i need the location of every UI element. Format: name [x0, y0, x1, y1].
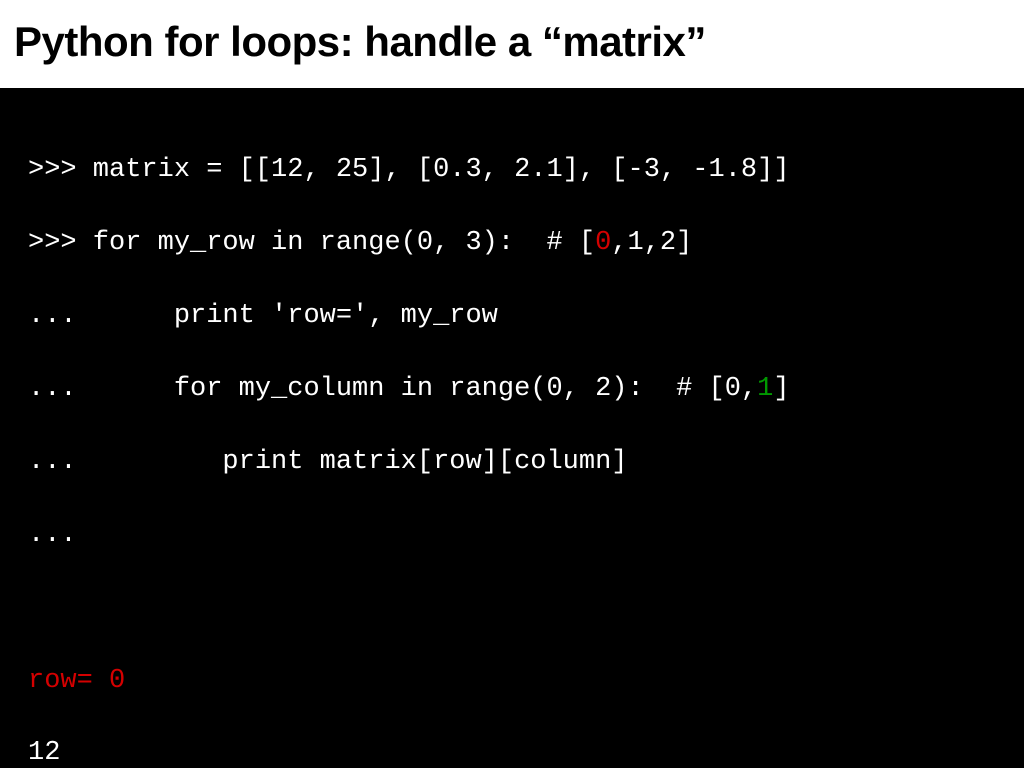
- output-line: 12: [28, 735, 996, 768]
- highlight-red: 0: [595, 228, 611, 258]
- output-line: row= 0: [28, 663, 996, 699]
- code-line: ... print matrix[row][column]: [28, 444, 996, 480]
- code-text: ... for my_column in range(0, 2): # [0,: [28, 374, 757, 404]
- code-line: ... print 'row=', my_row: [28, 298, 996, 334]
- code-line: >>> for my_row in range(0, 3): # [0,1,2]: [28, 225, 996, 261]
- code-text: ,1,2]: [611, 228, 692, 258]
- code-line: >>> matrix = [[12, 25], [0.3, 2.1], [-3,…: [28, 152, 996, 188]
- code-line: ...: [28, 517, 996, 553]
- code-line: ... for my_column in range(0, 2): # [0,1…: [28, 371, 996, 407]
- blank-line: [28, 590, 996, 626]
- slide-title: Python for loops: handle a “matrix”: [14, 18, 1010, 66]
- code-text: >>> for my_row in range(0, 3): # [: [28, 228, 595, 258]
- code-text: ]: [773, 374, 789, 404]
- highlight-green: 1: [757, 374, 773, 404]
- slide-title-bar: Python for loops: handle a “matrix”: [0, 0, 1024, 88]
- code-block: >>> matrix = [[12, 25], [0.3, 2.1], [-3,…: [0, 88, 1024, 768]
